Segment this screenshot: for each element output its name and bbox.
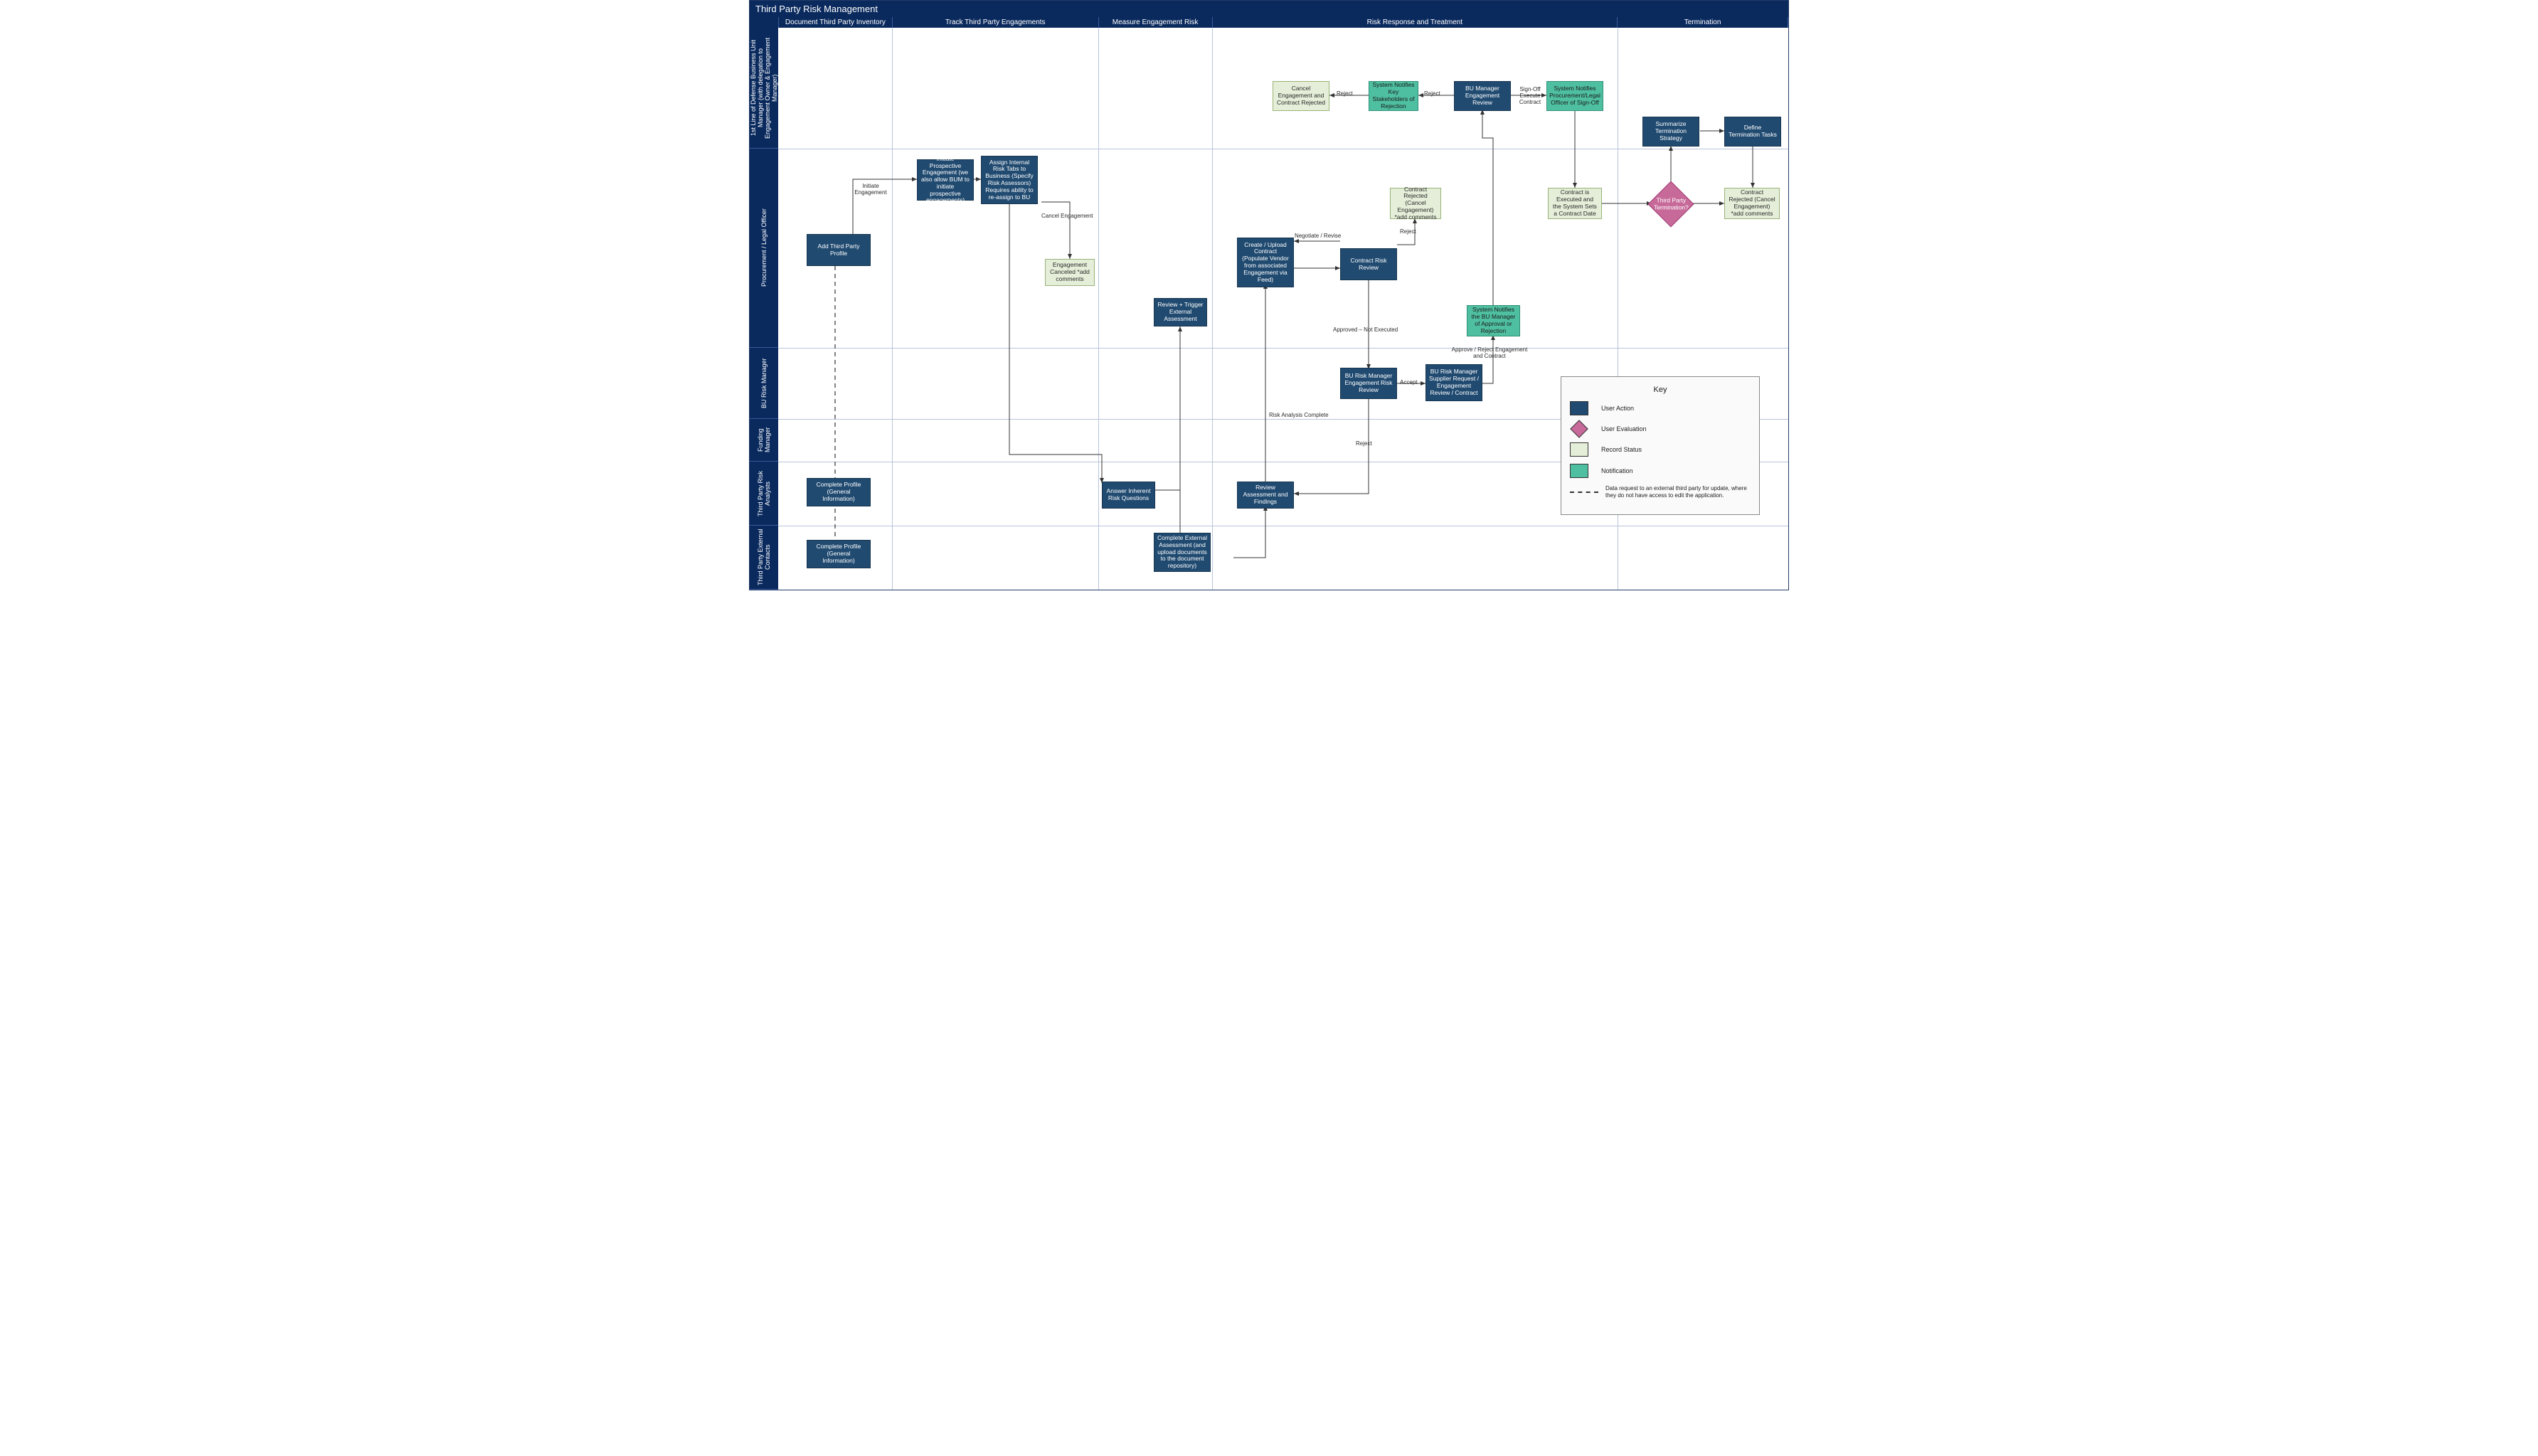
bu-manager-review: BU Manager Engagement Review [1454,81,1511,111]
review-findings: Review Assessment and Findings [1237,482,1294,509]
initiate-engagement: Initiate Prospective Engagement (we also… [917,159,974,201]
legend-record-status: Record Status [1570,442,1751,457]
legend: Key User Action User Evaluation Record S… [1561,376,1760,515]
notifies-stakeholders: System Notifies Key Stakeholders of Reje… [1369,81,1418,111]
lane-6: Third Party External Contacts [750,526,778,590]
phase-4: Risk Response and Treatment [1213,17,1618,28]
lane-labels: 1st Line of Defense Business Unit Manage… [750,28,778,590]
label-cancel: Cancel Engagement [1041,213,1093,219]
legend-title: Key [1570,386,1751,394]
phase-5: Termination [1618,17,1788,28]
engagement-canceled: Engagement Canceled *add comments [1045,259,1095,286]
label-initiate: Initiate Engagement [849,183,892,196]
diagram-canvas: Cancel Engagement and Contract Rejected … [778,28,1788,590]
lane-3: BU Risk Manager [750,348,778,419]
complete-profile-contacts: Complete Profile (General Information) [807,540,871,568]
lane-4: Funding Manager [750,419,778,462]
create-upload-contract: Create / Upload Contract (Populate Vendo… [1237,238,1294,287]
label-reject-2: Reject [1424,90,1440,97]
label-reject-1: Reject [1400,228,1416,235]
legend-user-action: User Action [1570,401,1751,415]
notifies-legal: System Notifies Procurement/Legal Office… [1546,81,1603,111]
termination-decision: Third Party Termination? [1647,181,1694,227]
phase-2: Track Third Party Engagements [893,17,1099,28]
diagram-title: Third Party Risk Management [750,1,1788,17]
legend-dashed: Data request to an external third party … [1570,485,1751,499]
contract-risk-review: Contract Risk Review [1340,248,1397,280]
summarize-termination: Summarize Termination Strategy [1642,117,1699,147]
phase-3: Measure Engagement Risk [1099,17,1213,28]
contract-rejected-2: Contract Rejected (Cancel Engagement) *a… [1724,188,1780,219]
lane-1: 1st Line of Defense Business Unit Manage… [750,28,778,149]
complete-profile-analysts: Complete Profile (General Information) [807,478,871,506]
label-signoff: Sign-Off Execute Contract [1512,86,1548,105]
answer-inherent-risk: Answer Inherent Risk Questions [1102,482,1155,509]
notifies-bu-manager: System Notifies the BU Manager of Approv… [1467,305,1520,336]
add-third-party-profile: Add Third Party Profile [807,234,871,266]
phase-1: Document Third Party Inventory [779,17,893,28]
label-reject-br: Reject [1356,440,1372,447]
contract-executed: Contract is Executed and the System Sets… [1548,188,1602,219]
bu-risk-review: BU Risk Manager Engagement Risk Review [1340,368,1397,399]
label-approve-reject: Approve / Reject Engagement and Contract [1447,346,1532,359]
label-approved-not: Approved – Not Executed [1333,326,1398,333]
review-trigger-assessment: Review + Trigger External Assessment [1154,298,1207,326]
label-accept: Accept [1400,379,1417,386]
swimlane-diagram: Third Party Risk Management Document Thi… [749,0,1789,590]
legend-user-evaluation: User Evaluation [1570,423,1751,435]
legend-notification: Notification [1570,464,1751,478]
contract-rejected: Contract Rejected (Cancel Engagement) *a… [1390,188,1441,219]
assign-risk-tabs: Assign Internal Risk Tabs to Business (S… [981,156,1038,204]
label-reject-3: Reject [1337,90,1353,97]
cancel-eng-contract: Cancel Engagement and Contract Rejected [1273,81,1329,111]
bu-risk-supplier: BU Risk Manager Supplier Request / Engag… [1425,364,1482,401]
lane-5: Third Party Risk Analysts [750,462,778,526]
label-negotiate: Negotiate / Revise [1295,233,1341,239]
define-termination-tasks: Define Termination Tasks [1724,117,1781,147]
lane-2: Procurement / Legal Officer [750,149,778,348]
label-risk-complete: Risk Analysis Complete [1269,412,1329,418]
complete-external-assessment: Complete External Assessment (and upload… [1154,533,1211,572]
phase-headers: Document Third Party Inventory Track Thi… [750,17,1788,28]
